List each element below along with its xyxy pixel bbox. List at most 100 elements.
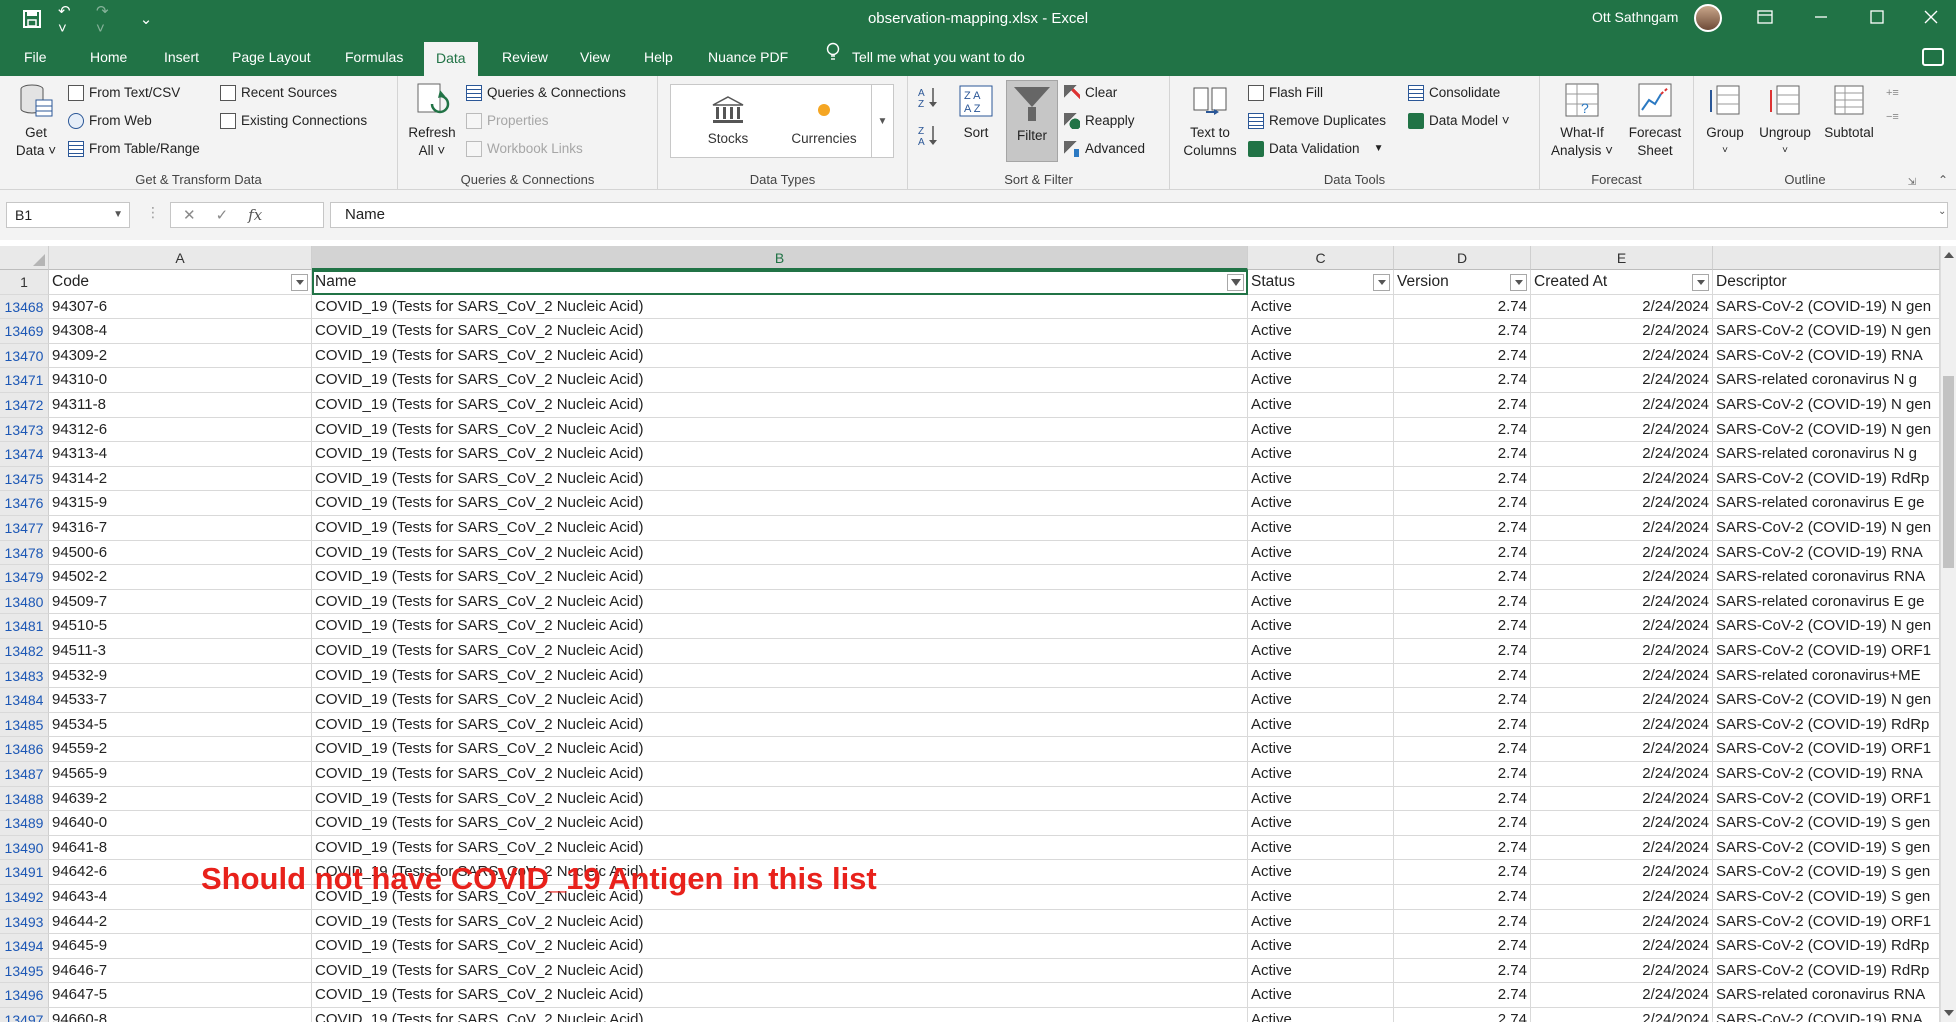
cell-name[interactable]: COVID_19 (Tests for SARS_CoV_2 Nucleic A… — [312, 688, 1248, 713]
row-header[interactable]: 13473 — [0, 417, 49, 443]
queries-connections-button[interactable]: Queries & Connections — [466, 82, 626, 104]
cell-descriptor[interactable]: SARS-related coronavirus N g — [1713, 368, 1940, 393]
cell-descriptor[interactable]: SARS-CoV-2 (COVID-19) S gen — [1713, 811, 1940, 836]
scroll-thumb[interactable] — [1943, 376, 1954, 568]
cell-descriptor[interactable]: SARS-CoV-2 (COVID-19) N gen — [1713, 516, 1940, 541]
from-table-range-button[interactable]: From Table/Range — [68, 138, 200, 160]
cell-descriptor[interactable]: SARS-CoV-2 (COVID-19) ORF1 — [1713, 909, 1940, 935]
cell-created[interactable]: 2/24/2024 — [1531, 934, 1713, 959]
cancel-icon[interactable]: ✕ — [183, 206, 196, 224]
cell-status[interactable]: Active — [1248, 958, 1394, 984]
data-types-expand-icon[interactable]: ▼ — [871, 85, 893, 157]
cell-code[interactable]: 94310-0 — [49, 368, 312, 393]
cell-created[interactable]: 2/24/2024 — [1531, 466, 1713, 492]
flash-fill-button[interactable]: Flash Fill — [1248, 82, 1323, 104]
cell-created[interactable]: 2/24/2024 — [1531, 860, 1713, 885]
scroll-up-icon[interactable] — [1944, 252, 1954, 258]
cell-descriptor[interactable]: SARS-CoV-2 (COVID-19) N gen — [1713, 614, 1940, 639]
cell-descriptor[interactable]: SARS-CoV-2 (COVID-19) S gen — [1713, 860, 1940, 885]
expand-formula-bar-icon[interactable]: ⌄ — [1938, 206, 1946, 217]
avatar[interactable] — [1694, 4, 1722, 32]
cell-descriptor[interactable]: SARS-CoV-2 (COVID-19) RNA — [1713, 762, 1940, 787]
cell-created[interactable]: 2/24/2024 — [1531, 811, 1713, 836]
row-header[interactable]: 13472 — [0, 393, 49, 418]
row-header[interactable]: 13494 — [0, 934, 49, 959]
cell-code[interactable]: 94640-0 — [49, 811, 312, 836]
ungroup-dropdown-icon[interactable]: ˅ — [1754, 142, 1816, 160]
advanced-button[interactable]: Advanced — [1064, 138, 1145, 160]
cell-created[interactable]: 2/24/2024 — [1531, 1008, 1713, 1022]
cell-descriptor[interactable]: SARS-CoV-2 (COVID-19) N gen — [1713, 417, 1940, 443]
cell-descriptor[interactable]: SARS-CoV-2 (COVID-19) RdRp — [1713, 712, 1940, 738]
tab-formulas[interactable]: Formulas — [333, 38, 415, 76]
row-header[interactable]: 13497 — [0, 1008, 49, 1022]
cell-descriptor[interactable]: SARS-CoV-2 (COVID-19) RdRp — [1713, 958, 1940, 984]
header-cell-descriptor[interactable]: Descriptor — [1713, 270, 1940, 295]
cell-version[interactable]: 2.74 — [1394, 958, 1531, 984]
cell-name[interactable]: COVID_19 (Tests for SARS_CoV_2 Nucleic A… — [312, 663, 1248, 689]
cell-code[interactable]: 94315-9 — [49, 491, 312, 516]
from-web-button[interactable]: From Web — [68, 110, 152, 132]
cell-version[interactable]: 2.74 — [1394, 565, 1531, 590]
cell-descriptor[interactable]: SARS-CoV-2 (COVID-19) ORF1 — [1713, 639, 1940, 664]
cell-name[interactable]: COVID_19 (Tests for SARS_CoV_2 Nucleic A… — [312, 835, 1248, 861]
cell-version[interactable]: 2.74 — [1394, 516, 1531, 541]
row-header[interactable]: 1 — [0, 270, 49, 295]
cell-code[interactable]: 94313-4 — [49, 442, 312, 467]
cell-descriptor[interactable]: SARS-related coronavirus E ge — [1713, 491, 1940, 516]
cell-descriptor[interactable]: SARS-CoV-2 (COVID-19) ORF1 — [1713, 737, 1940, 762]
cell-created[interactable]: 2/24/2024 — [1531, 417, 1713, 443]
row-header[interactable]: 13481 — [0, 614, 49, 639]
row-header[interactable]: 13488 — [0, 786, 49, 812]
cell-version[interactable]: 2.74 — [1394, 712, 1531, 738]
row-header[interactable]: 13496 — [0, 983, 49, 1008]
row-header[interactable]: 13492 — [0, 885, 49, 910]
cell-name[interactable]: COVID_19 (Tests for SARS_CoV_2 Nucleic A… — [312, 343, 1248, 369]
cell-code[interactable]: 94309-2 — [49, 343, 312, 369]
cell-version[interactable]: 2.74 — [1394, 343, 1531, 369]
cell-status[interactable]: Active — [1248, 885, 1394, 910]
cell-code[interactable]: 94509-7 — [49, 589, 312, 615]
cell-status[interactable]: Active — [1248, 934, 1394, 959]
cell-status[interactable]: Active — [1248, 909, 1394, 935]
cell-code[interactable]: 94311-8 — [49, 393, 312, 418]
cell-code[interactable]: 94502-2 — [49, 565, 312, 590]
header-cell-name[interactable]: Name — [312, 270, 1248, 295]
get-data-button[interactable]: Get Data ˅ — [10, 82, 62, 160]
cell-code[interactable]: 94645-9 — [49, 934, 312, 959]
minimize-icon[interactable] — [1798, 0, 1844, 34]
cell-version[interactable]: 2.74 — [1394, 934, 1531, 959]
cell-code[interactable]: 94532-9 — [49, 663, 312, 689]
cell-created[interactable]: 2/24/2024 — [1531, 639, 1713, 664]
cell-descriptor[interactable]: SARS-CoV-2 (COVID-19) ORF1 — [1713, 786, 1940, 812]
cell-descriptor[interactable]: SARS-CoV-2 (COVID-19) S gen — [1713, 835, 1940, 861]
cell-version[interactable]: 2.74 — [1394, 860, 1531, 885]
text-to-columns-button[interactable]: Text to Columns — [1178, 82, 1242, 160]
row-header[interactable]: 13474 — [0, 442, 49, 467]
cell-created[interactable]: 2/24/2024 — [1531, 983, 1713, 1008]
cell-created[interactable]: 2/24/2024 — [1531, 762, 1713, 787]
reapply-button[interactable]: Reapply — [1064, 110, 1135, 132]
tab-help[interactable]: Help — [632, 38, 685, 76]
insert-function-icon[interactable]: fx — [248, 206, 262, 224]
cell-name[interactable]: COVID_19 (Tests for SARS_CoV_2 Nucleic A… — [312, 368, 1248, 393]
redo-icon[interactable]: ↷ ˅ — [96, 3, 120, 37]
data-validation-button[interactable]: Data Validation ▼ — [1248, 138, 1383, 160]
cell-code[interactable]: 94534-5 — [49, 712, 312, 738]
row-header[interactable]: 13483 — [0, 663, 49, 689]
cell-status[interactable]: Active — [1248, 835, 1394, 861]
tab-home[interactable]: Home — [78, 38, 139, 76]
cell-code[interactable]: 94660-8 — [49, 1008, 312, 1022]
cell-name[interactable]: COVID_19 (Tests for SARS_CoV_2 Nucleic A… — [312, 762, 1248, 787]
cell-code[interactable]: 94644-2 — [49, 909, 312, 935]
cell-version[interactable]: 2.74 — [1394, 786, 1531, 812]
cell-version[interactable]: 2.74 — [1394, 614, 1531, 639]
cell-name[interactable]: COVID_19 (Tests for SARS_CoV_2 Nucleic A… — [312, 589, 1248, 615]
cell-name[interactable]: COVID_19 (Tests for SARS_CoV_2 Nucleic A… — [312, 565, 1248, 590]
cell-name[interactable]: COVID_19 (Tests for SARS_CoV_2 Nucleic A… — [312, 811, 1248, 836]
cell-version[interactable]: 2.74 — [1394, 737, 1531, 762]
cell-version[interactable]: 2.74 — [1394, 663, 1531, 689]
currencies-button[interactable]: Currencies — [779, 89, 869, 146]
cell-created[interactable]: 2/24/2024 — [1531, 516, 1713, 541]
cell-code[interactable]: 94647-5 — [49, 983, 312, 1008]
